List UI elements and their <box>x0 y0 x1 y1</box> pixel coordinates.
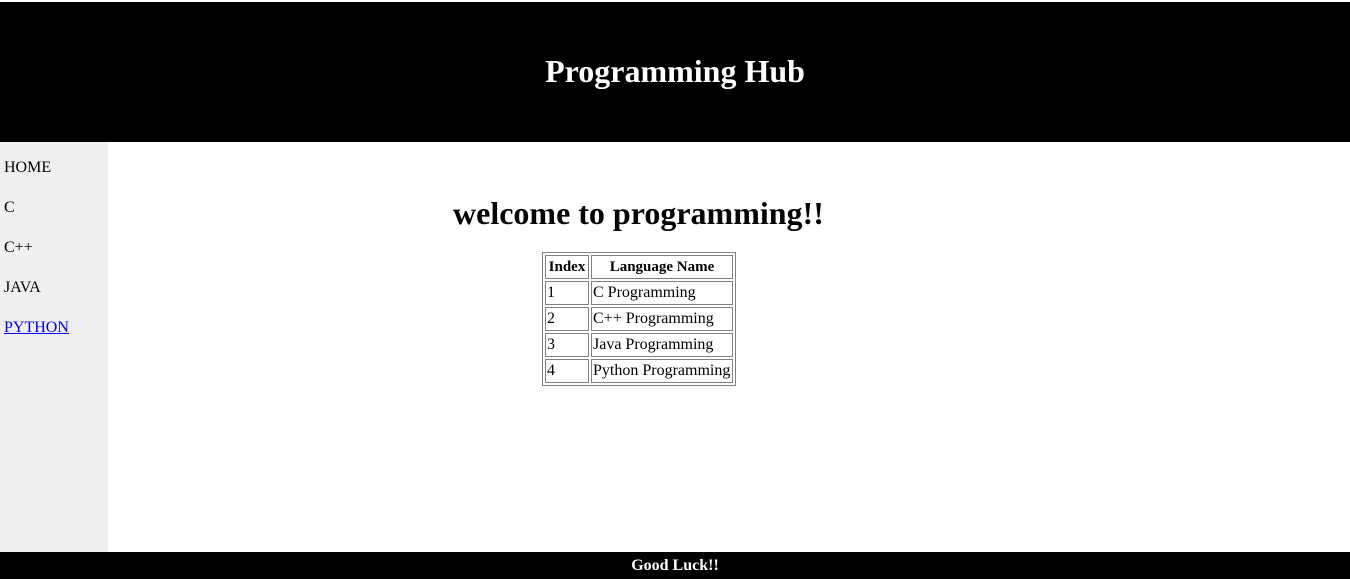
sidebar-link-java[interactable]: JAVA <box>4 279 41 296</box>
main-content: welcome to programming!! Index Language … <box>108 142 1350 552</box>
table-cell-index: 2 <box>545 307 589 331</box>
column-header-index: Index <box>545 255 589 279</box>
site-header: Programming Hub <box>0 2 1350 142</box>
table-row: 1 C Programming <box>545 281 733 305</box>
sidebar-link-home[interactable]: HOME <box>4 159 51 176</box>
table-cell-index: 3 <box>545 333 589 357</box>
site-title: Programming Hub <box>545 53 805 89</box>
sidebar-item-python[interactable]: PYTHON <box>4 318 69 338</box>
table-row: 4 Python Programming <box>545 359 733 383</box>
table-cell-index: 1 <box>545 281 589 305</box>
footer-text: Good Luck!! <box>631 557 719 574</box>
table-cell-language: Java Programming <box>591 333 733 357</box>
column-header-language-name: Language Name <box>591 255 733 279</box>
sidebar-link-cpp[interactable]: C++ <box>4 239 33 256</box>
sidebar-nav: HOME C C++ JAVA PYTHON <box>0 142 108 552</box>
table-row: 2 C++ Programming <box>545 307 733 331</box>
sidebar-item-c[interactable]: C <box>4 198 15 218</box>
site-footer: Good Luck!! <box>0 552 1350 579</box>
table-cell-index: 4 <box>545 359 589 383</box>
table-cell-language: C Programming <box>591 281 733 305</box>
language-table: Index Language Name 1 C Programming 2 C+… <box>542 252 736 386</box>
table-cell-language: Python Programming <box>591 359 733 383</box>
sidebar-item-home[interactable]: HOME <box>4 158 51 178</box>
sidebar-link-c[interactable]: C <box>4 199 15 216</box>
welcome-heading: welcome to programming!! <box>453 195 824 231</box>
table-header-row: Index Language Name <box>545 255 733 279</box>
page: Programming Hub HOME C C++ JAVA PYTHON w… <box>0 0 1350 579</box>
table-row: 3 Java Programming <box>545 333 733 357</box>
sidebar-link-python[interactable]: PYTHON <box>4 319 69 336</box>
sidebar-item-java[interactable]: JAVA <box>4 278 41 298</box>
sidebar-item-cpp[interactable]: C++ <box>4 238 33 258</box>
table-cell-language: C++ Programming <box>591 307 733 331</box>
